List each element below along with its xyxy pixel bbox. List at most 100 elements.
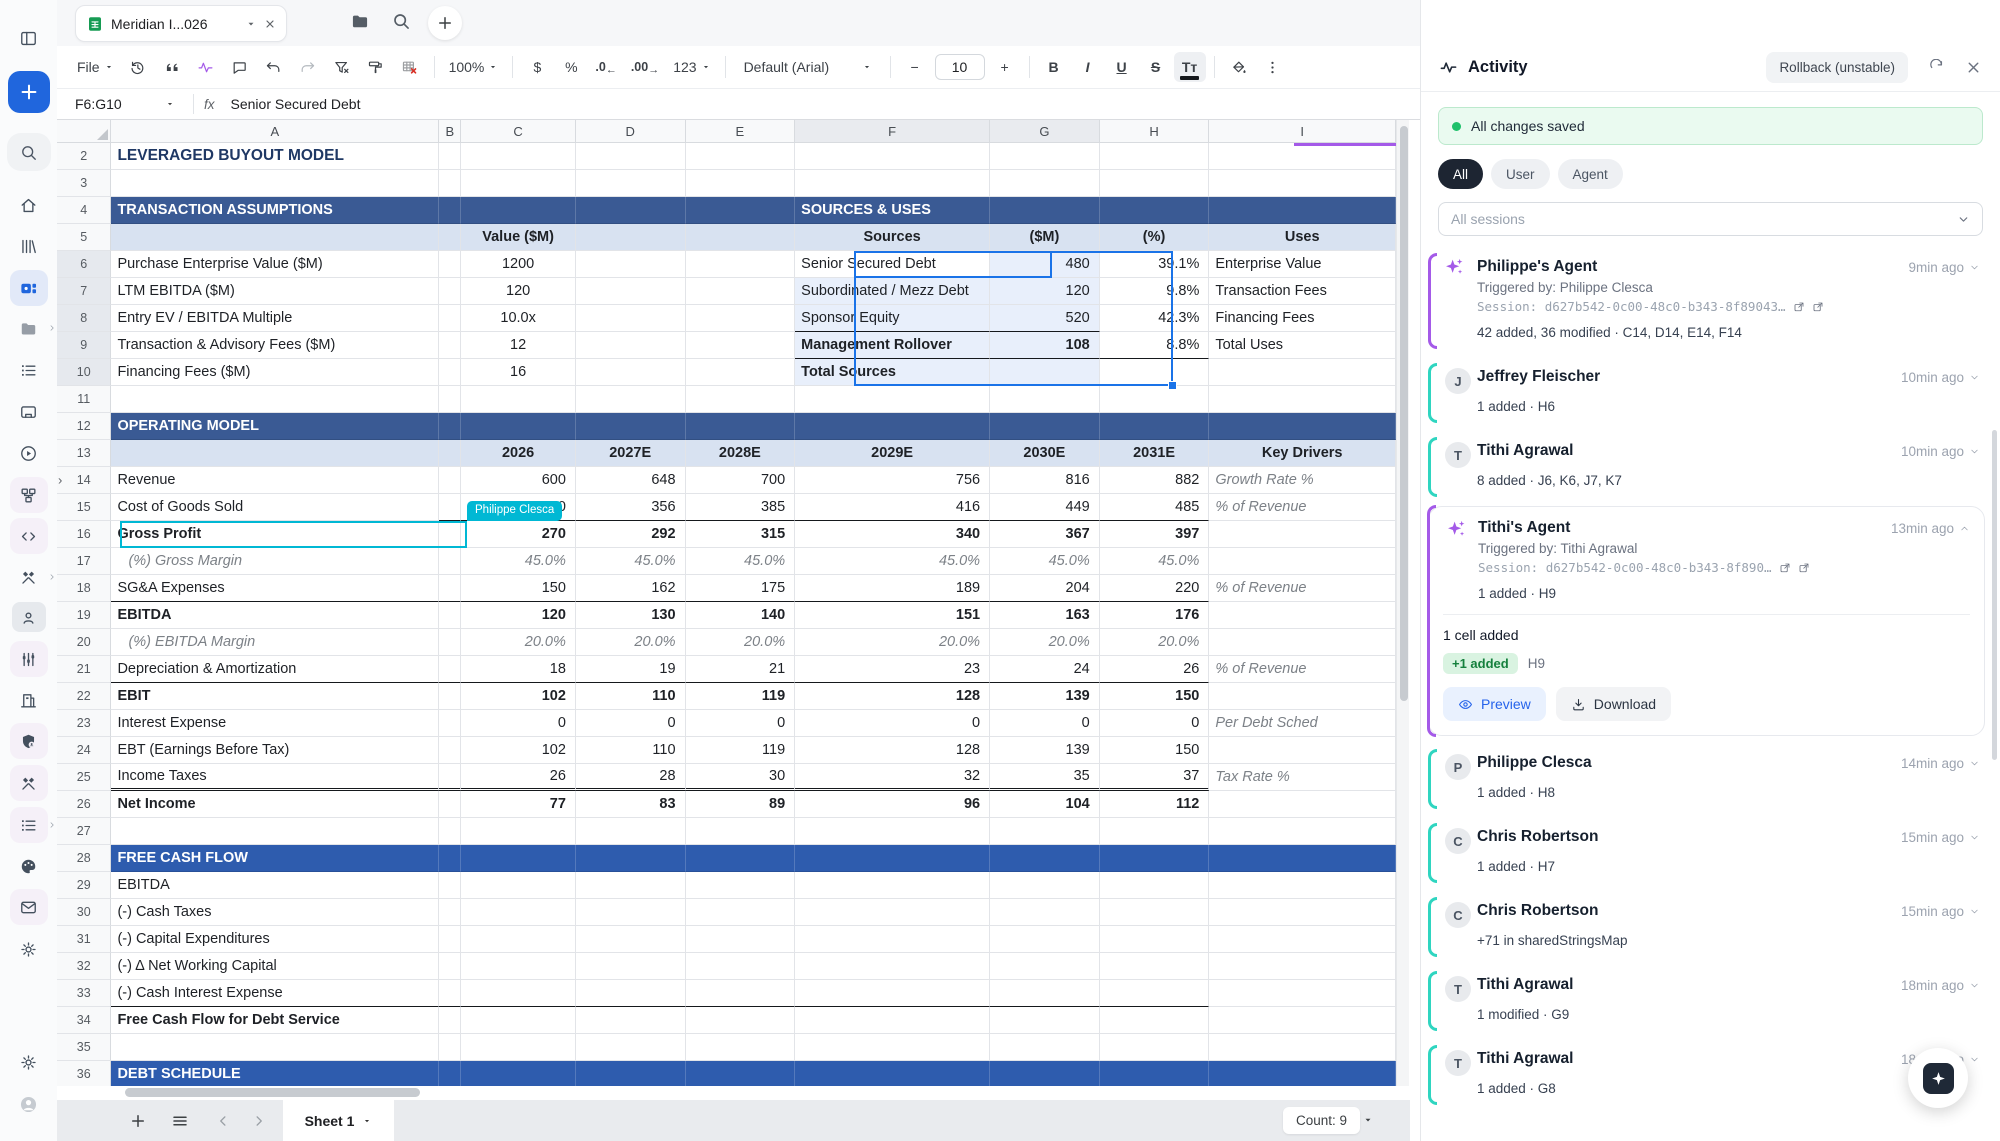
sidebar-item-search[interactable] — [7, 133, 51, 171]
cell-F20[interactable]: 20.0% — [795, 629, 990, 656]
italic-button[interactable]: I — [1072, 52, 1104, 82]
col-header-H[interactable]: H — [1100, 120, 1210, 143]
cell-H26[interactable]: 112 — [1100, 791, 1210, 818]
cell-G16[interactable]: 367 — [990, 521, 1100, 548]
activity-entry[interactable]: Philippe's Agent 9min ago Triggered by: … — [1421, 248, 2000, 352]
entry-timestamp[interactable]: 10min ago — [1901, 370, 1980, 385]
filter-all[interactable]: All — [1438, 159, 1483, 189]
cell-B7[interactable] — [439, 278, 461, 305]
cell-F19[interactable]: 151 — [795, 602, 990, 629]
cell-D31[interactable] — [576, 926, 686, 953]
row-header-30[interactable]: 30 — [57, 899, 111, 926]
cell-D19[interactable]: 130 — [576, 602, 686, 629]
cell-A7[interactable]: LTM EBITDA ($M) — [111, 278, 439, 305]
cell-A15[interactable]: Cost of Goods Sold — [111, 494, 439, 521]
cell-C13[interactable]: 2026 — [461, 440, 576, 467]
sidebar-item-home[interactable] — [10, 187, 48, 223]
cell-A33[interactable]: (-) Cash Interest Expense — [111, 980, 439, 1007]
cell-C15[interactable]: 330 — [461, 494, 576, 521]
cell-G27[interactable] — [990, 818, 1100, 845]
cell-D7[interactable] — [576, 278, 686, 305]
redo-icon[interactable] — [292, 52, 324, 82]
cell-C18[interactable]: 150 — [461, 575, 576, 602]
cell-G11[interactable] — [990, 386, 1100, 413]
cell-B17[interactable] — [439, 548, 461, 575]
external-link-icon[interactable] — [1798, 562, 1810, 574]
cell-E28[interactable] — [686, 845, 796, 872]
cell-G31[interactable] — [990, 926, 1100, 953]
cell-B24[interactable] — [439, 737, 461, 764]
sidebar-item-folder[interactable] — [10, 310, 48, 346]
cell-D35[interactable] — [576, 1034, 686, 1061]
cell-G7[interactable]: 120 — [990, 278, 1100, 305]
cell-C20[interactable]: 20.0% — [461, 629, 576, 656]
paint-format-icon[interactable] — [360, 52, 392, 82]
cell-I14[interactable]: Growth Rate % — [1209, 467, 1396, 494]
tab-caret-icon[interactable] — [245, 18, 257, 30]
cell-H19[interactable]: 176 — [1100, 602, 1210, 629]
cell-C6[interactable]: 1200 — [461, 251, 576, 278]
entry-timestamp[interactable]: 18min ago — [1901, 978, 1980, 993]
col-header-D[interactable]: D — [576, 120, 686, 143]
sidebar-item-dashboard[interactable] — [10, 270, 48, 306]
cell-H31[interactable] — [1100, 926, 1210, 953]
activity-entry[interactable]: Tithi's Agent 13min ago Triggered by: Ti… — [1428, 506, 1985, 736]
cell-G25[interactable]: 35 — [990, 764, 1100, 791]
cell-B9[interactable] — [439, 332, 461, 359]
row-header-34[interactable]: 34 — [57, 1007, 111, 1034]
row-header-6[interactable]: 6 — [57, 251, 111, 278]
cell-E35[interactable] — [686, 1034, 796, 1061]
cell-D21[interactable]: 19 — [576, 656, 686, 683]
cell-A9[interactable]: Transaction & Advisory Fees ($M) — [111, 332, 439, 359]
row-header-20[interactable]: 20 — [57, 629, 111, 656]
cell-F29[interactable] — [795, 872, 990, 899]
cell-B30[interactable] — [439, 899, 461, 926]
sidebar-item-user-avatar[interactable] — [10, 1086, 48, 1122]
cell-F9[interactable]: Management Rollover — [795, 332, 990, 359]
cell-D26[interactable]: 83 — [576, 791, 686, 818]
cell-D11[interactable] — [576, 386, 686, 413]
entry-timestamp[interactable]: 13min ago — [1891, 521, 1970, 536]
cell-D32[interactable] — [576, 953, 686, 980]
cell-A28[interactable]: FREE CASH FLOW — [111, 845, 439, 872]
entry-timestamp[interactable]: 15min ago — [1901, 904, 1980, 919]
cell-C26[interactable]: 77 — [461, 791, 576, 818]
cell-C16[interactable]: 270 — [461, 521, 576, 548]
row-header-15[interactable]: 15 — [57, 494, 111, 521]
cell-F32[interactable] — [795, 953, 990, 980]
cell-D3[interactable] — [576, 170, 686, 197]
sidebar-item-palette[interactable] — [10, 848, 48, 884]
cell-I28[interactable] — [1209, 845, 1396, 872]
cell-I24[interactable] — [1209, 737, 1396, 764]
cell-C14[interactable]: 600 — [461, 467, 576, 494]
cell-F3[interactable] — [795, 170, 990, 197]
cell-A26[interactable]: Net Income — [111, 791, 439, 818]
formula-input[interactable]: Senior Secured Debt — [231, 96, 361, 112]
cell-I10[interactable] — [1209, 359, 1396, 386]
cell-A27[interactable] — [111, 818, 439, 845]
cell-H7[interactable]: 9.8% — [1100, 278, 1210, 305]
cell-C31[interactable] — [461, 926, 576, 953]
row-header-16[interactable]: 16 — [57, 521, 111, 548]
format-currency-button[interactable]: $ — [521, 52, 553, 82]
cell-I23[interactable]: Per Debt Sched — [1209, 710, 1396, 737]
cell-C24[interactable]: 102 — [461, 737, 576, 764]
cell-F34[interactable] — [795, 1007, 990, 1034]
cell-H30[interactable] — [1100, 899, 1210, 926]
row-header-28[interactable]: 28 — [57, 845, 111, 872]
cell-C36[interactable] — [461, 1061, 576, 1086]
cell-A17[interactable]: (%) Gross Margin — [111, 548, 439, 575]
row-header-13[interactable]: 13 — [57, 440, 111, 467]
cell-I22[interactable] — [1209, 683, 1396, 710]
text-color-button[interactable]: Tᴛ — [1174, 52, 1206, 82]
cell-G28[interactable] — [990, 845, 1100, 872]
cell-A3[interactable] — [111, 170, 439, 197]
cell-F24[interactable]: 128 — [795, 737, 990, 764]
underline-button[interactable]: U — [1106, 52, 1138, 82]
cell-B4[interactable] — [439, 197, 461, 224]
sidebar-item-workflow[interactable] — [10, 477, 48, 513]
cell-E4[interactable] — [686, 197, 796, 224]
row-header-21[interactable]: 21 — [57, 656, 111, 683]
row-header-3[interactable]: 3 — [57, 170, 111, 197]
cell-H2[interactable] — [1100, 143, 1210, 170]
